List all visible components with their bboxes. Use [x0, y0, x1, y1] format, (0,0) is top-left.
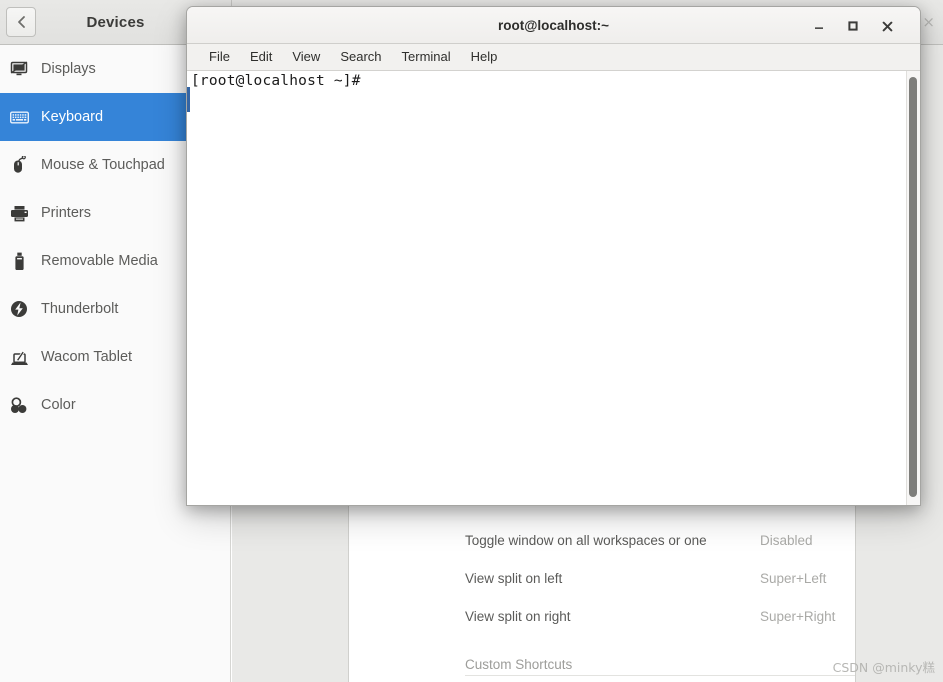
- minimize-button[interactable]: [808, 15, 830, 37]
- shortcut-row[interactable]: View split on right Super+Right: [349, 597, 855, 635]
- sidebar-item-label: Wacom Tablet: [41, 349, 133, 365]
- terminal-focus-indicator: [187, 87, 190, 112]
- shortcut-row[interactable]: Toggle window on all workspaces or one D…: [349, 521, 855, 559]
- terminal-prompt-line: [root@localhost ~]#: [191, 73, 361, 89]
- menu-item-help[interactable]: Help: [461, 44, 508, 70]
- shortcut-value: Disabled: [760, 532, 813, 548]
- sidebar-item-label: Color: [41, 397, 76, 413]
- mouse-icon: [2, 156, 36, 174]
- maximize-icon: [848, 21, 858, 31]
- shortcut-section-header: Custom Shortcuts: [349, 645, 855, 682]
- menu-item-search[interactable]: Search: [330, 44, 391, 70]
- keyboard-icon: [2, 111, 36, 124]
- shortcut-section-label: Custom Shortcuts: [465, 656, 573, 672]
- menu-item-terminal[interactable]: Terminal: [392, 44, 461, 70]
- terminal-title-bar[interactable]: root@localhost:~: [187, 7, 920, 44]
- menu-item-edit[interactable]: Edit: [240, 44, 282, 70]
- display-icon: [2, 61, 36, 77]
- close-button[interactable]: [876, 15, 898, 37]
- shortcut-label: View split on left: [465, 570, 563, 586]
- terminal-output-area[interactable]: [root@localhost ~]#: [187, 71, 920, 505]
- terminal-menu-bar: File Edit View Search Terminal Help: [187, 44, 920, 71]
- color-circles-icon: [2, 396, 36, 414]
- shortcut-label: View split on right: [465, 608, 571, 624]
- shortcut-value: Super+Right: [760, 608, 836, 624]
- minimize-icon: [815, 27, 823, 29]
- shortcut-row[interactable]: View split on left Super+Left: [349, 559, 855, 597]
- maximize-button[interactable]: [842, 15, 864, 37]
- shortcut-label: Toggle window on all workspaces or one: [465, 532, 707, 548]
- sidebar-item-label: Displays: [41, 61, 96, 77]
- sidebar-item-label: Keyboard: [41, 109, 104, 125]
- sidebar-item-label: Thunderbolt: [41, 301, 119, 317]
- terminal-window: root@localhost:~ File Edit View Search T…: [186, 6, 921, 506]
- wacom-tablet-icon: [2, 349, 36, 366]
- menu-item-view[interactable]: View: [282, 44, 330, 70]
- menu-item-file[interactable]: File: [199, 44, 240, 70]
- usb-drive-icon: [2, 252, 36, 271]
- terminal-scrollbar-thumb[interactable]: [909, 77, 917, 497]
- sidebar-item-label: Removable Media: [41, 253, 158, 269]
- shortcut-value: Super+Left: [760, 570, 827, 586]
- watermark: CSDN @minky糕: [832, 660, 935, 675]
- sidebar-item-label: Mouse & Touchpad: [41, 157, 165, 173]
- terminal-scrollbar[interactable]: [906, 71, 920, 505]
- close-icon: [882, 21, 892, 31]
- settings-close-button[interactable]: ×: [922, 13, 935, 31]
- sidebar-item-label: Printers: [41, 205, 91, 221]
- list-divider: [465, 675, 855, 676]
- thunderbolt-icon: [2, 300, 36, 318]
- printer-icon: [2, 205, 36, 222]
